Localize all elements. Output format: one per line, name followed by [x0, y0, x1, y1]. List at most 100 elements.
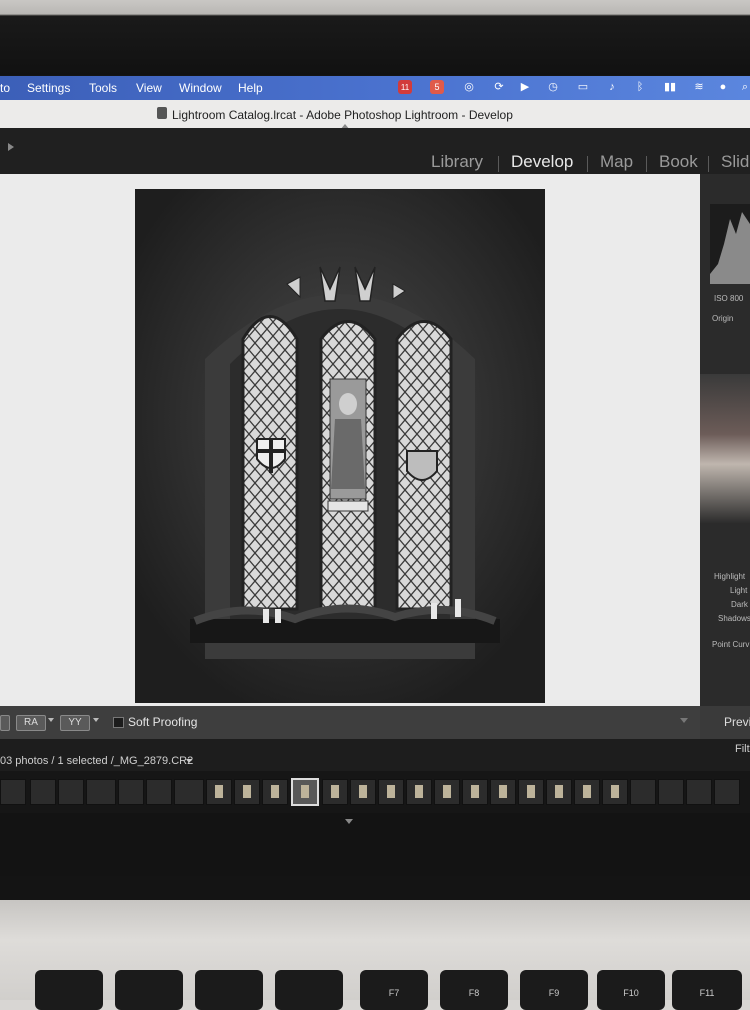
- stained-glass-window-image: [135, 189, 545, 703]
- thumbnail-window-shape: [359, 785, 367, 798]
- filmstrip-thumbnail[interactable]: [546, 779, 572, 805]
- key-f10-label: F10: [623, 988, 639, 998]
- show-original-toggle[interactable]: Origin: [712, 314, 733, 323]
- thumbnail-window-shape: [331, 785, 339, 798]
- screen-mirror-icon[interactable]: ▭: [576, 80, 590, 94]
- menu-item-tools[interactable]: Tools: [89, 81, 117, 95]
- module-map[interactable]: Map: [600, 152, 633, 172]
- swap-dropdown-icon[interactable]: [93, 718, 99, 722]
- point-curve-button[interactable]: Point Curv: [712, 640, 749, 649]
- thumbnail-window-shape: [301, 785, 309, 798]
- soft-proofing-checkbox[interactable]: [113, 717, 124, 728]
- histogram[interactable]: [710, 204, 750, 284]
- key-f11: F11: [672, 970, 742, 1010]
- menu-item-partial[interactable]: to: [0, 81, 10, 95]
- module-book[interactable]: Book: [659, 152, 698, 172]
- creative-cloud-icon[interactable]: ◎: [462, 80, 476, 94]
- before-after-dropdown-icon[interactable]: [48, 718, 54, 722]
- filmstrip-thumbnail[interactable]: [262, 779, 288, 805]
- filmstrip-thumbnail[interactable]: [686, 779, 712, 805]
- module-picker: Library Develop Map Book Slide: [0, 128, 750, 174]
- filmstrip-thumbnail[interactable]: [630, 779, 656, 805]
- calendar-icon[interactable]: 5: [430, 80, 444, 94]
- filmstrip-thumbnail[interactable]: [378, 779, 404, 805]
- user-icon[interactable]: ●: [716, 80, 730, 94]
- tone-label-darks: Dark: [731, 600, 748, 609]
- filmstrip-thumbnail[interactable]: [434, 779, 460, 805]
- module-slideshow[interactable]: Slide: [721, 152, 750, 172]
- key-f7: F7: [360, 970, 428, 1010]
- tone-label-highlights: Highlight: [714, 572, 746, 581]
- wifi-icon[interactable]: ≋: [692, 80, 706, 94]
- thumbnail-window-shape: [271, 785, 279, 798]
- key-f10: F10: [597, 970, 665, 1010]
- module-library[interactable]: Library: [431, 152, 483, 172]
- filmstrip-thumbnail[interactable]: [118, 779, 144, 805]
- filmstrip-thumbnail[interactable]: [58, 779, 84, 805]
- filmstrip-source-info[interactable]: 03 photos / 1 selected /_MG_2879.CR2: [0, 755, 193, 767]
- tone-label-shadows: Shadows: [718, 614, 750, 623]
- bluetooth-icon[interactable]: ᛒ: [633, 80, 647, 94]
- filmstrip-thumbnail[interactable]: [86, 779, 116, 805]
- key-f8-label: F8: [468, 988, 480, 998]
- volume-icon[interactable]: ♪: [605, 80, 619, 94]
- menu-item-help[interactable]: Help: [238, 81, 263, 95]
- dropbox-badge: 11: [400, 83, 410, 92]
- filmstrip-filter-label[interactable]: Filte: [735, 743, 750, 755]
- search-icon[interactable]: ⌕: [738, 80, 750, 94]
- filmstrip-thumbnail[interactable]: [462, 779, 488, 805]
- module-separator: [498, 156, 499, 172]
- keyboard-key: [115, 970, 183, 1010]
- filmstrip-thumbnail[interactable]: [0, 779, 26, 805]
- filmstrip-thumbnail[interactable]: [322, 779, 348, 805]
- time-machine-icon[interactable]: ◷: [546, 80, 560, 94]
- previous-button[interactable]: Previ: [724, 715, 750, 729]
- calendar-badge: 5: [434, 82, 440, 92]
- photo-preview-stained-glass-window[interactable]: [135, 189, 545, 703]
- soft-proofing-label: Soft Proofing: [128, 715, 198, 729]
- filmstrip-thumbnail[interactable]: [714, 779, 740, 805]
- filmstrip-thumbnail[interactable]: [174, 779, 204, 805]
- menu-item-view[interactable]: View: [136, 81, 162, 95]
- filmstrip-footer: [0, 813, 750, 876]
- thumbnail-window-shape: [387, 785, 395, 798]
- key-f7-label: F7: [388, 988, 400, 998]
- laptop-bezel-top: [0, 0, 750, 75]
- key-f9-label: F9: [548, 988, 560, 998]
- filmstrip-thumbnail[interactable]: [602, 779, 628, 805]
- keyboard-key: [195, 970, 263, 1010]
- filmstrip-thumbnail[interactable]: [30, 779, 56, 805]
- filmstrip-thumbnail[interactable]: [658, 779, 684, 805]
- filmstrip-collapse-icon[interactable]: [345, 819, 353, 824]
- swap-before-after-button[interactable]: YY: [60, 715, 90, 731]
- filmstrip-thumbnail[interactable]: [518, 779, 544, 805]
- play-icon[interactable]: ▶: [518, 80, 532, 94]
- filmstrip-thumbnail[interactable]: [350, 779, 376, 805]
- iso-readout: ISO 800: [714, 294, 744, 303]
- thumbnail-window-shape: [215, 785, 223, 798]
- histogram-graph: [710, 212, 750, 284]
- filmstrip-source-dropdown-icon[interactable]: [186, 759, 192, 763]
- filmstrip-thumbnail[interactable]: [146, 779, 172, 805]
- menu-item-window[interactable]: Window: [179, 81, 222, 95]
- before-after-button[interactable]: RA: [16, 715, 46, 731]
- filmstrip-thumbnail[interactable]: [406, 779, 432, 805]
- identity-plate-toggle-icon[interactable]: [8, 143, 14, 151]
- sync-icon[interactable]: ⟳: [492, 80, 506, 94]
- dropbox-icon[interactable]: 11: [398, 80, 412, 94]
- toolbar-options-icon[interactable]: [680, 718, 688, 723]
- filmstrip-thumbnail[interactable]: [234, 779, 260, 805]
- filmstrip-thumbnail[interactable]: [490, 779, 516, 805]
- filmstrip-thumbnail-selected[interactable]: [291, 778, 319, 806]
- menu-bar: to Settings Tools View Window Help 11 5 …: [0, 76, 750, 100]
- module-develop[interactable]: Develop: [511, 152, 573, 172]
- thumbnail-window-shape: [611, 785, 619, 798]
- filmstrip-thumbnail[interactable]: [206, 779, 232, 805]
- loupe-view-button[interactable]: [0, 715, 10, 731]
- menu-item-settings[interactable]: Settings: [27, 81, 70, 95]
- filmstrip-thumbnail[interactable]: [574, 779, 600, 805]
- thumbnail-window-shape: [527, 785, 535, 798]
- battery-icon[interactable]: ▮▮: [660, 80, 680, 94]
- window-title-bar: Lightroom Catalog.lrcat - Adobe Photosho…: [0, 100, 750, 130]
- laptop-keyboard: F7 F8 F9 F10 F11: [0, 900, 750, 1010]
